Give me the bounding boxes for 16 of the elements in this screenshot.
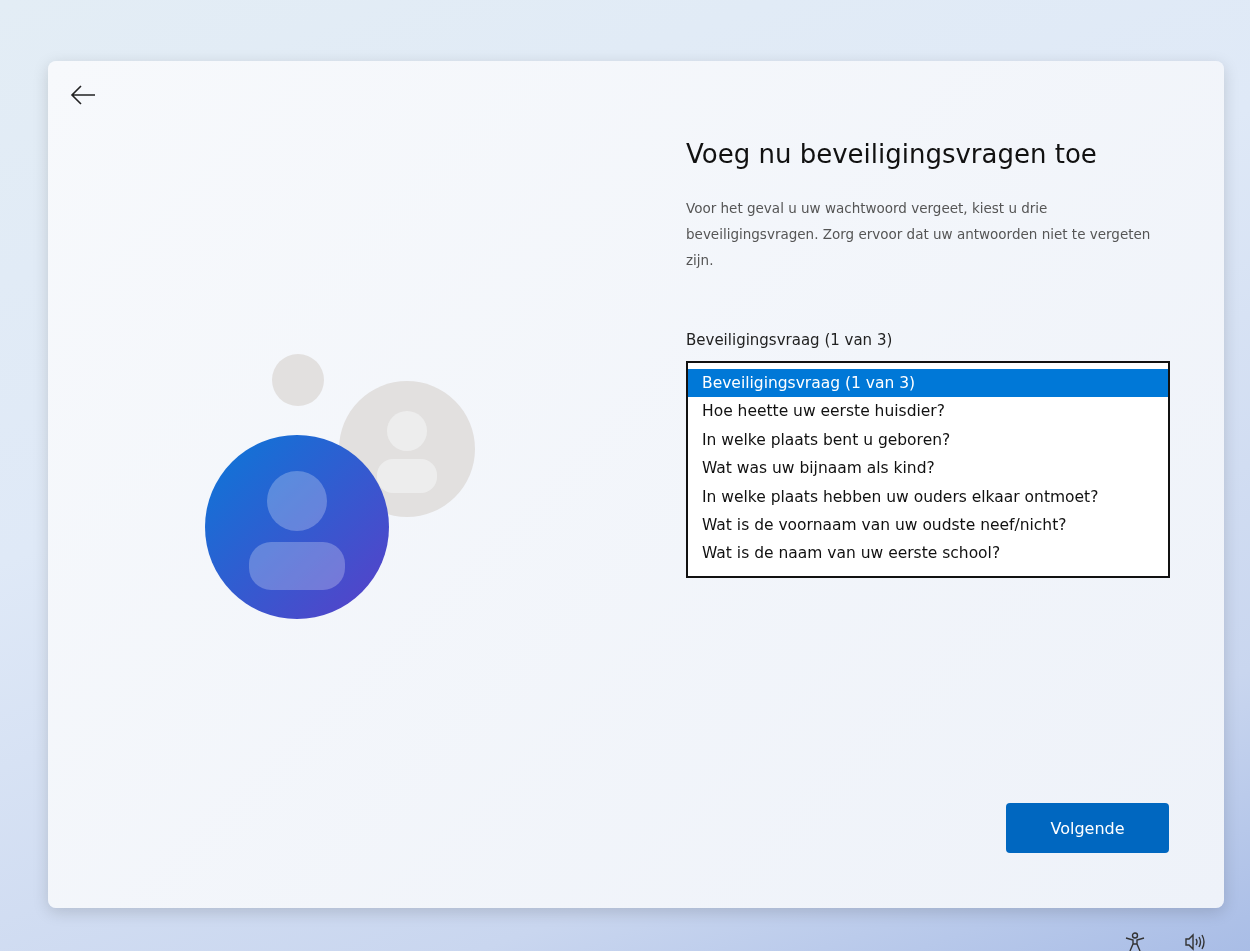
listbox-option[interactable]: In welke plaats bent u geboren? (688, 425, 1168, 455)
listbox-option[interactable]: Wat is de voornaam van uw oudste neef/nicht? (688, 511, 1168, 540)
listbox-option[interactable]: Beveiligingsvraag (1 van 3) (688, 369, 1168, 398)
field-label: Beveiligingsvraag (1 van 3) (686, 330, 894, 351)
next-button[interactable]: Volgende (1006, 803, 1169, 853)
listbox-option[interactable]: Hoe heette uw eerste huisdier? (688, 397, 1168, 426)
accessibility-icon[interactable] (1124, 932, 1146, 951)
page-title: Voeg nu beveiligingsvragen toe (686, 138, 1098, 171)
listbox-option[interactable]: Wat was uw bijnaam als kind? (688, 454, 1168, 483)
volume-icon[interactable] (1184, 932, 1206, 951)
listbox-option[interactable]: In welke plaats hebben uw ouders elkaar ontmoet? (688, 482, 1168, 512)
back-button[interactable] (68, 83, 98, 107)
back-arrow-icon (70, 85, 96, 105)
description-text: Voor het geval u uw wachtwoord vergeet, kiest u drie beveiligingsvragen. Zorg ervoor dat uw antwoorden niet te vergeten zijn. (686, 199, 1152, 270)
security-question-listbox[interactable] (686, 361, 1170, 578)
listbox-option[interactable]: Wat is de naam van uw eerste school? (688, 539, 1168, 568)
